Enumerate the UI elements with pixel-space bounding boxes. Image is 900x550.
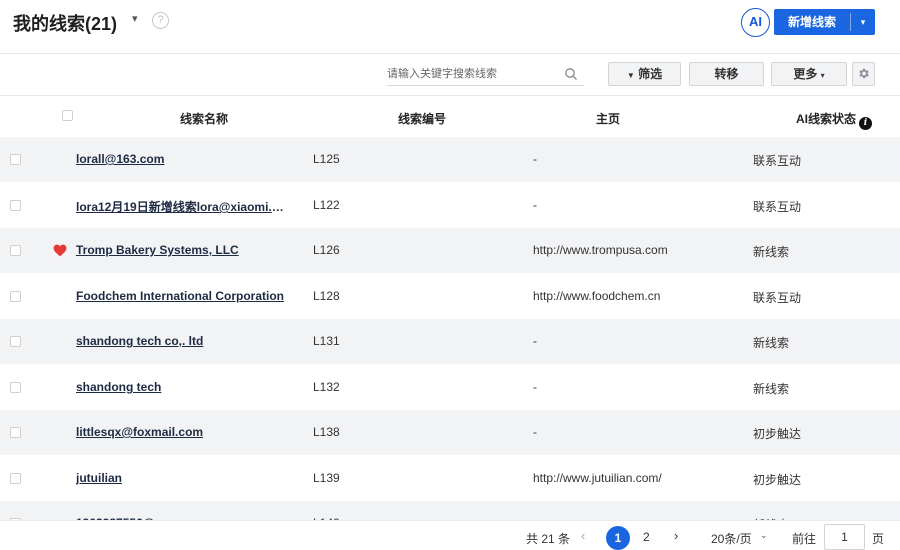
lead-homepage: http://www.trompusa.com <box>533 243 668 257</box>
lead-ai-status: 联系互动 <box>753 291 802 305</box>
page-title: 我的线索(21) <box>13 14 118 34</box>
table-body: lorall@163.com L125- 联系互动 lora12月19日新增线索lor… <box>0 137 900 520</box>
column-header-ai-status: AI线索状态 i <box>796 110 873 130</box>
lead-homepage: - <box>533 334 537 348</box>
add-lead-button[interactable]: 新增线索 ▾ <box>774 9 875 35</box>
more-label: 更多 <box>793 67 818 81</box>
goto-page-input[interactable] <box>824 524 865 550</box>
lead-homepage: - <box>533 380 537 394</box>
lead-code: L139 <box>313 471 340 485</box>
lead-ai-status: 初步触达 <box>753 427 802 441</box>
column-header-code: 线索编号 <box>398 112 447 126</box>
chevron-down-icon[interactable]: ⌄ <box>760 530 768 541</box>
lead-name-link[interactable]: shandong tech <box>76 380 288 394</box>
table-row[interactable]: lora12月19日新增线索lora@xiaomi.com L122 - 联系互动 <box>0 183 900 228</box>
lead-name-link[interactable]: lorall@163.com <box>76 152 288 166</box>
search-icon[interactable] <box>564 67 578 81</box>
lead-ai-status: 初步触达 <box>753 473 802 487</box>
lead-ai-status: 联系互动 <box>753 200 802 214</box>
lead-homepage: http://www.jutuilian.com/ <box>533 471 662 485</box>
row-checkbox[interactable] <box>10 382 21 393</box>
lead-homepage: http://www.foodchem.cn <box>533 289 661 303</box>
lead-code: L132 <box>313 380 340 394</box>
lead-name-link[interactable]: littlesqx@foxmail.com <box>76 425 288 439</box>
pagination: 共 21 条 ‹ 1 2 › 20条/页 ⌄ 前往 页 <box>0 520 900 550</box>
transfer-button[interactable]: 转移 <box>689 62 764 86</box>
table-row[interactable]: lorall@163.com L125 - 联系互动 <box>0 137 900 182</box>
lead-ai-status: 新线索 <box>753 245 790 259</box>
row-checkbox[interactable] <box>10 245 21 256</box>
lead-name-link[interactable]: Foodchem International Corporation <box>76 289 288 303</box>
filter-button[interactable]: ▼ 筛选 <box>608 62 681 86</box>
table-row[interactable]: Tromp Bakery Systems, LLC L126 http://www.… <box>0 228 900 273</box>
column-header-name: 线索名称 <box>180 112 229 126</box>
lead-code: L126 <box>313 243 340 257</box>
table-row[interactable]: 1903987556@qq.comL140-新线索 <box>0 501 900 520</box>
gear-icon <box>859 68 869 79</box>
table-row[interactable]: Foodchem International Corporation L128 ht… <box>0 274 900 319</box>
row-checkbox[interactable] <box>10 336 21 347</box>
row-checkbox[interactable] <box>10 200 21 211</box>
lead-code: L122 <box>313 198 340 212</box>
table-header: 线索名称 线索编号 主页 AI线索状态 i <box>0 95 900 137</box>
info-icon[interactable]: i <box>859 117 873 130</box>
settings-button[interactable] <box>852 62 875 86</box>
header-divider <box>0 53 900 54</box>
table-row[interactable]: littlesqx@foxmail.com L138 - 初步触达 <box>0 410 900 455</box>
page-1-button[interactable]: 1 <box>606 526 630 550</box>
goto-unit: 页 <box>872 532 885 546</box>
search-box[interactable] <box>387 62 584 86</box>
filter-icon: ▼ <box>626 71 635 80</box>
goto-label: 前往 <box>792 532 817 546</box>
page-size-select[interactable]: 20条/页 <box>711 530 752 547</box>
add-lead-label[interactable]: 新增线索 <box>774 9 850 35</box>
lead-ai-status: 新线索 <box>753 382 790 396</box>
row-checkbox[interactable] <box>10 154 21 165</box>
chevron-down-icon: ▾ <box>820 71 825 80</box>
lead-name-link[interactable]: Tromp Bakery Systems, LLC <box>76 243 288 257</box>
search-input[interactable] <box>387 64 557 84</box>
heart-icon[interactable] <box>53 244 67 257</box>
help-icon[interactable]: ? <box>152 12 169 29</box>
table-row[interactable]: jutuilian L139 http://www.jutuilian.com/初步… <box>0 456 900 501</box>
add-lead-dropdown-icon[interactable]: ▾ <box>851 9 875 35</box>
filter-label: 筛选 <box>638 67 663 81</box>
lead-code: L125 <box>313 152 340 166</box>
column-header-ai-status-label: AI线索状态 <box>796 112 857 126</box>
table-row[interactable]: shandong tech L132 - 新线索 <box>0 365 900 410</box>
lead-homepage: - <box>533 152 537 166</box>
lead-code: L138 <box>313 425 340 439</box>
page-header: 我的线索(21) ▾ ? AI 新增线索 ▾ <box>0 0 900 46</box>
column-header-homepage: 主页 <box>596 112 621 126</box>
lead-name-link[interactable]: shandong tech co,. ltd <box>76 334 288 348</box>
next-page-icon[interactable]: › <box>674 528 678 543</box>
row-checkbox[interactable] <box>10 473 21 484</box>
lead-name-link[interactable]: lora12月19日新增线索lora@xiaomi.com <box>76 198 288 215</box>
table-row[interactable]: shandong tech co,. ltd L131 - 新线索 <box>0 319 900 364</box>
more-button[interactable]: 更多 ▾ <box>771 62 847 86</box>
page-2-button[interactable]: 2 <box>643 530 650 544</box>
pagination-total: 共 21 条 <box>526 532 571 546</box>
lead-homepage: - <box>533 198 537 212</box>
row-checkbox[interactable] <box>10 291 21 302</box>
lead-homepage: - <box>533 425 537 439</box>
select-all-checkbox[interactable] <box>62 110 73 121</box>
lead-name-link[interactable]: jutuilian <box>76 471 288 485</box>
lead-ai-status: 联系互动 <box>753 154 802 168</box>
lead-code: L131 <box>313 334 340 348</box>
ai-assistant-button[interactable]: AI <box>741 8 770 37</box>
row-checkbox[interactable] <box>10 427 21 438</box>
chevron-down-icon[interactable]: ▾ <box>132 12 138 25</box>
lead-ai-status: 新线索 <box>753 336 790 350</box>
lead-code: L128 <box>313 289 340 303</box>
prev-page-icon[interactable]: ‹ <box>581 528 585 543</box>
